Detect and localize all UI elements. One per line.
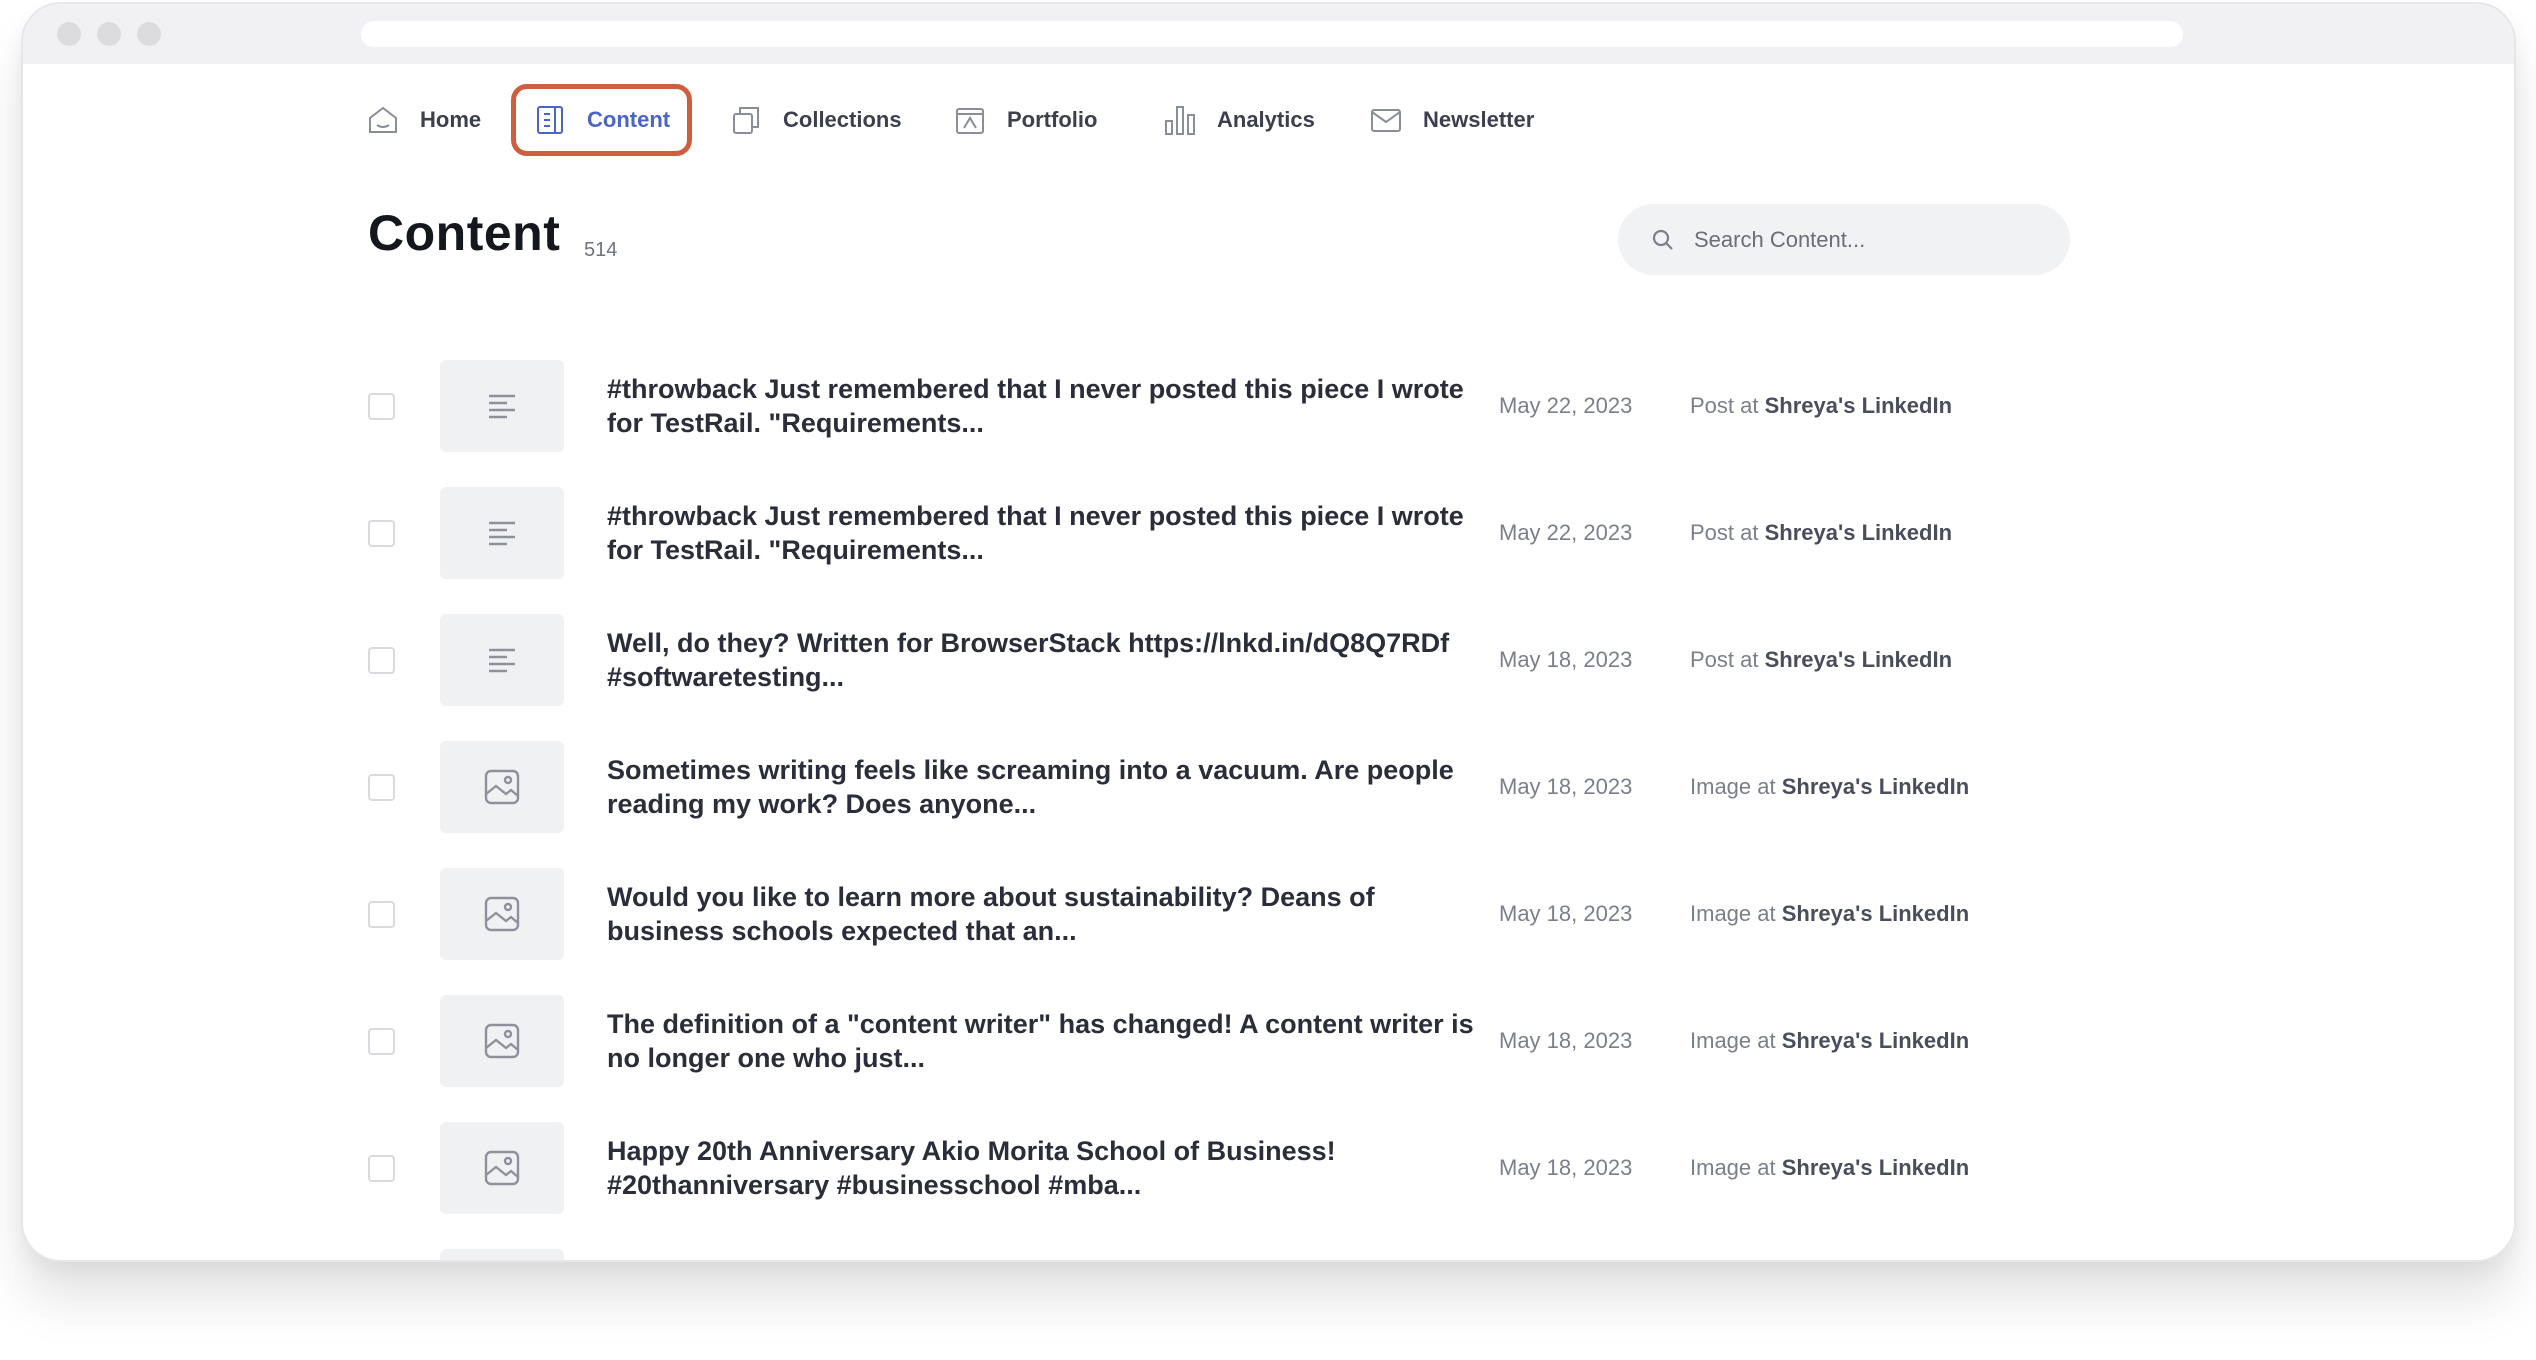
image-icon bbox=[484, 769, 520, 805]
home-icon bbox=[369, 106, 397, 133]
collections-icon bbox=[733, 107, 759, 134]
maximize-window-dot[interactable] bbox=[137, 22, 161, 46]
row-title[interactable]: Sometimes writing feels like screaming i… bbox=[607, 753, 1487, 821]
nav-newsletter[interactable]: Newsletter bbox=[1369, 87, 1534, 153]
row-date: May 18, 2023 bbox=[1499, 901, 1633, 926]
row-source-name[interactable]: Shreya's LinkedIn bbox=[1765, 647, 1952, 672]
row-checkbox[interactable] bbox=[368, 774, 395, 801]
row-thumbnail[interactable] bbox=[440, 1122, 564, 1214]
row-date: May 18, 2023 bbox=[1499, 1028, 1633, 1053]
browser-window: Home Content Collections Portfolio Analy… bbox=[21, 2, 2516, 1262]
row-source: Image at Shreya's LinkedIn bbox=[1690, 774, 1969, 800]
row-source-name[interactable]: Shreya's LinkedIn bbox=[1782, 774, 1969, 799]
row-date: May 18, 2023 bbox=[1499, 647, 1633, 672]
row-source-name[interactable]: Shreya's LinkedIn bbox=[1765, 393, 1952, 418]
row-source: Image at Shreya's LinkedIn bbox=[1690, 901, 1969, 927]
row-kind: Image at bbox=[1690, 901, 1776, 926]
row-kind: Image at bbox=[1690, 1155, 1776, 1180]
row-source-name[interactable]: Shreya's LinkedIn bbox=[1782, 901, 1969, 926]
content-count: 514 bbox=[584, 239, 618, 261]
row-source: Image at Shreya's LinkedIn bbox=[1690, 1028, 1969, 1054]
nav-newsletter-label: Newsletter bbox=[1423, 107, 1535, 132]
content-row[interactable]: #throwback Just remembered that I never … bbox=[23, 487, 2514, 579]
image-icon bbox=[484, 896, 520, 932]
row-thumbnail[interactable] bbox=[440, 614, 564, 706]
row-source-name[interactable]: Shreya's LinkedIn bbox=[1782, 1155, 1969, 1180]
content-row-partial bbox=[23, 1249, 2514, 1260]
row-date: May 18, 2023 bbox=[1499, 774, 1633, 799]
content-row[interactable]: Happy 20th Anniversary Akio Morita Schoo… bbox=[23, 1122, 2514, 1214]
top-nav: Home Content Collections Portfolio Analy… bbox=[23, 84, 2514, 156]
row-date: May 18, 2023 bbox=[1499, 1155, 1633, 1180]
image-icon bbox=[484, 1150, 520, 1186]
title-bar bbox=[23, 4, 2514, 64]
search-input[interactable] bbox=[1694, 204, 2044, 275]
content-row[interactable]: The definition of a "content writer" has… bbox=[23, 995, 2514, 1087]
portfolio-icon bbox=[956, 108, 984, 134]
nav-portfolio[interactable]: Portfolio bbox=[953, 87, 1097, 153]
row-checkbox[interactable] bbox=[368, 520, 395, 547]
row-source: Post at Shreya's LinkedIn bbox=[1690, 520, 1952, 546]
content-row[interactable]: Sometimes writing feels like screaming i… bbox=[23, 741, 2514, 833]
nav-analytics[interactable]: Analytics bbox=[1163, 87, 1315, 153]
text-icon bbox=[489, 521, 515, 546]
row-source: Image at Shreya's LinkedIn bbox=[1690, 1155, 1969, 1181]
nav-collections[interactable]: Collections bbox=[729, 87, 902, 153]
nav-home[interactable]: Home bbox=[366, 87, 481, 153]
text-icon bbox=[489, 648, 515, 673]
row-thumbnail[interactable] bbox=[440, 868, 564, 960]
row-title[interactable]: Happy 20th Anniversary Akio Morita Schoo… bbox=[607, 1134, 1487, 1202]
content-row[interactable]: #throwback Just remembered that I never … bbox=[23, 360, 2514, 452]
text-icon bbox=[489, 394, 515, 419]
nav-portfolio-label: Portfolio bbox=[1007, 107, 1098, 132]
row-title[interactable]: Would you like to learn more about susta… bbox=[607, 880, 1487, 948]
row-source-name[interactable]: Shreya's LinkedIn bbox=[1782, 1028, 1969, 1053]
nav-highlight-box bbox=[511, 84, 693, 156]
nav-analytics-label: Analytics bbox=[1217, 107, 1315, 132]
row-checkbox[interactable] bbox=[368, 647, 395, 674]
row-source: Post at Shreya's LinkedIn bbox=[1690, 647, 1952, 673]
row-thumbnail[interactable] bbox=[440, 360, 564, 452]
row-date: May 22, 2023 bbox=[1499, 520, 1633, 545]
row-thumbnail bbox=[440, 1249, 564, 1260]
row-title[interactable]: Well, do they? Written for BrowserStack … bbox=[607, 626, 1487, 694]
row-thumbnail[interactable] bbox=[440, 995, 564, 1087]
address-bar[interactable] bbox=[361, 21, 2183, 47]
bar-chart-icon bbox=[1165, 106, 1195, 135]
row-thumbnail[interactable] bbox=[440, 487, 564, 579]
row-checkbox[interactable] bbox=[368, 393, 395, 420]
close-window-dot[interactable] bbox=[57, 22, 81, 46]
row-checkbox[interactable] bbox=[368, 1028, 395, 1055]
row-date: May 22, 2023 bbox=[1499, 393, 1633, 418]
nav-collections-label: Collections bbox=[783, 107, 902, 132]
page-title: Content bbox=[368, 205, 561, 261]
row-kind: Post at bbox=[1690, 520, 1759, 545]
nav-content[interactable]: Content bbox=[511, 84, 693, 156]
row-source: Post at Shreya's LinkedIn bbox=[1690, 393, 1952, 419]
image-icon bbox=[484, 1023, 520, 1059]
row-kind: Image at bbox=[1690, 774, 1776, 799]
content-row[interactable]: Would you like to learn more about susta… bbox=[23, 868, 2514, 960]
row-thumbnail[interactable] bbox=[440, 741, 564, 833]
row-kind: Post at bbox=[1690, 393, 1759, 418]
content-row[interactable]: Well, do they? Written for BrowserStack … bbox=[23, 614, 2514, 706]
minimize-window-dot[interactable] bbox=[97, 22, 121, 46]
nav-home-label: Home bbox=[420, 107, 482, 132]
row-source-name[interactable]: Shreya's LinkedIn bbox=[1765, 520, 1952, 545]
search-box[interactable] bbox=[1618, 204, 2070, 275]
row-title[interactable]: The definition of a "content writer" has… bbox=[607, 1007, 1487, 1075]
search-icon bbox=[1652, 229, 1673, 250]
row-checkbox[interactable] bbox=[368, 901, 395, 928]
row-checkbox[interactable] bbox=[368, 1155, 395, 1182]
row-title[interactable]: #throwback Just remembered that I never … bbox=[607, 499, 1487, 567]
row-kind: Image at bbox=[1690, 1028, 1776, 1053]
mail-icon bbox=[1371, 109, 1401, 132]
row-title[interactable]: #throwback Just remembered that I never … bbox=[607, 372, 1487, 440]
row-kind: Post at bbox=[1690, 647, 1759, 672]
